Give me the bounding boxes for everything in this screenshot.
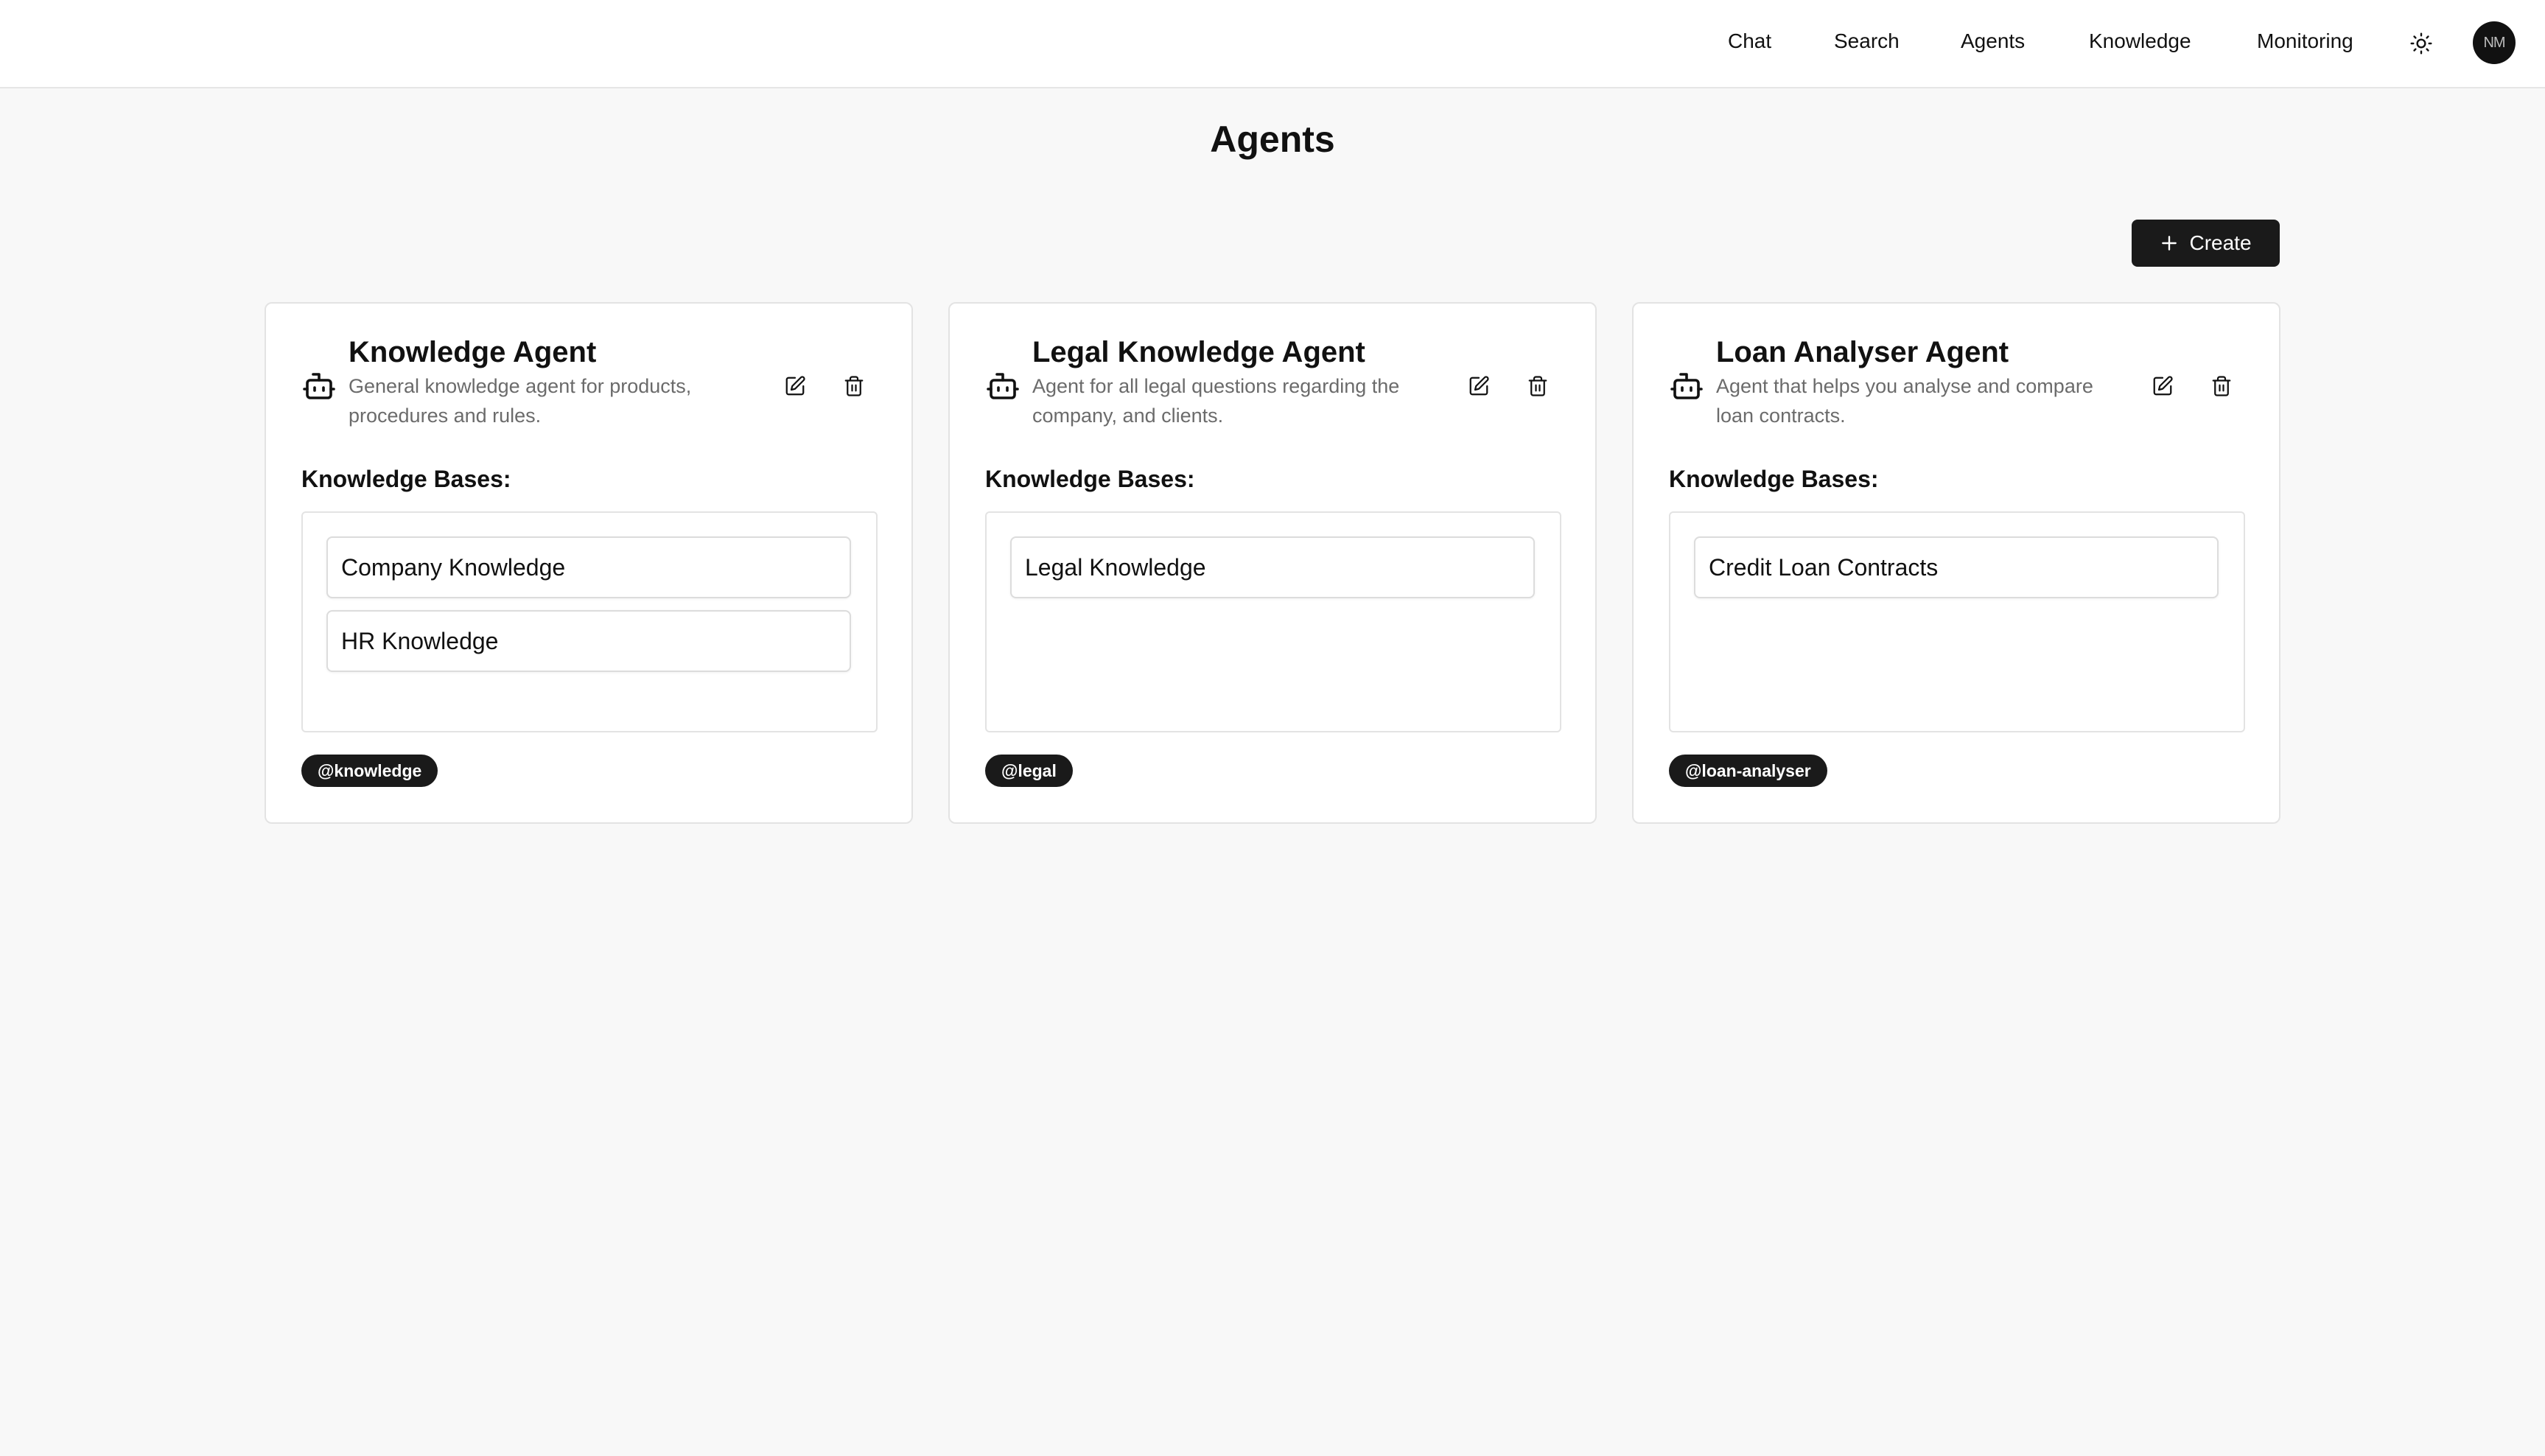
trash-icon: [2212, 376, 2231, 396]
agent-handle-badge: @legal: [985, 755, 1073, 787]
agent-card-legal: Legal Knowledge Agent Agent for all lega…: [948, 302, 1597, 824]
nav-link-agents[interactable]: Agents: [1961, 29, 2025, 53]
agent-name: Legal Knowledge Agent: [1032, 336, 1365, 368]
knowledge-base-item[interactable]: Credit Loan Contracts: [1694, 536, 2219, 598]
edit-icon: [1469, 376, 1489, 396]
top-navigation-bar: Chat Search Agents Knowledge Monitoring …: [0, 0, 2545, 88]
trash-icon: [1528, 376, 1547, 396]
bot-icon: [987, 373, 1019, 399]
sun-icon: [2410, 32, 2432, 55]
agent-handle-badge: @knowledge: [301, 755, 438, 787]
knowledge-bases-heading: Knowledge Bases:: [301, 466, 511, 492]
theme-toggle-button[interactable]: [2405, 27, 2437, 60]
knowledge-bases-list: Legal Knowledge: [985, 511, 1561, 732]
bot-icon: [1670, 373, 1703, 399]
create-agent-button[interactable]: Create: [2132, 220, 2280, 267]
knowledge-base-item[interactable]: Company Knowledge: [326, 536, 851, 598]
agent-name: Loan Analyser Agent: [1716, 336, 2009, 368]
edit-icon: [2153, 376, 2173, 396]
trash-icon: [844, 376, 864, 396]
knowledge-bases-list: Credit Loan Contracts: [1669, 511, 2245, 732]
edit-agent-button[interactable]: [777, 368, 813, 404]
agent-description: General knowledge agent for products, pr…: [349, 375, 692, 427]
knowledge-base-item[interactable]: HR Knowledge: [326, 610, 851, 672]
nav-link-monitoring[interactable]: Monitoring: [2257, 29, 2353, 53]
create-button-label: Create: [2189, 231, 2252, 254]
agent-card-loan-analyser: Loan Analyser Agent Agent that helps you…: [1632, 302, 2280, 824]
agent-card-knowledge: Knowledge Agent General knowledge agent …: [265, 302, 913, 824]
knowledge-bases-heading: Knowledge Bases:: [1669, 466, 1879, 492]
agent-description: Agent for all legal questions regarding …: [1032, 375, 1400, 427]
edit-agent-button[interactable]: [2145, 368, 2180, 404]
knowledge-base-item[interactable]: Legal Knowledge: [1010, 536, 1535, 598]
agent-description: Agent that helps you analyse and compare…: [1716, 375, 2093, 427]
delete-agent-button[interactable]: [836, 368, 872, 404]
edit-agent-button[interactable]: [1461, 368, 1496, 404]
nav-link-search[interactable]: Search: [1834, 29, 1900, 53]
nav-link-knowledge[interactable]: Knowledge: [2089, 29, 2191, 53]
plus-icon: [2162, 236, 2177, 251]
knowledge-bases-heading: Knowledge Bases:: [985, 466, 1195, 492]
bot-icon: [303, 373, 335, 399]
agent-name: Knowledge Agent: [349, 336, 597, 368]
edit-icon: [785, 376, 805, 396]
user-avatar[interactable]: NM: [2473, 21, 2516, 64]
knowledge-bases-list: Company Knowledge HR Knowledge: [301, 511, 878, 732]
delete-agent-button[interactable]: [1520, 368, 1555, 404]
nav-link-chat[interactable]: Chat: [1728, 29, 1771, 53]
page-title: Agents: [1210, 119, 1335, 160]
delete-agent-button[interactable]: [2204, 368, 2239, 404]
agent-handle-badge: @loan-analyser: [1669, 755, 1827, 787]
